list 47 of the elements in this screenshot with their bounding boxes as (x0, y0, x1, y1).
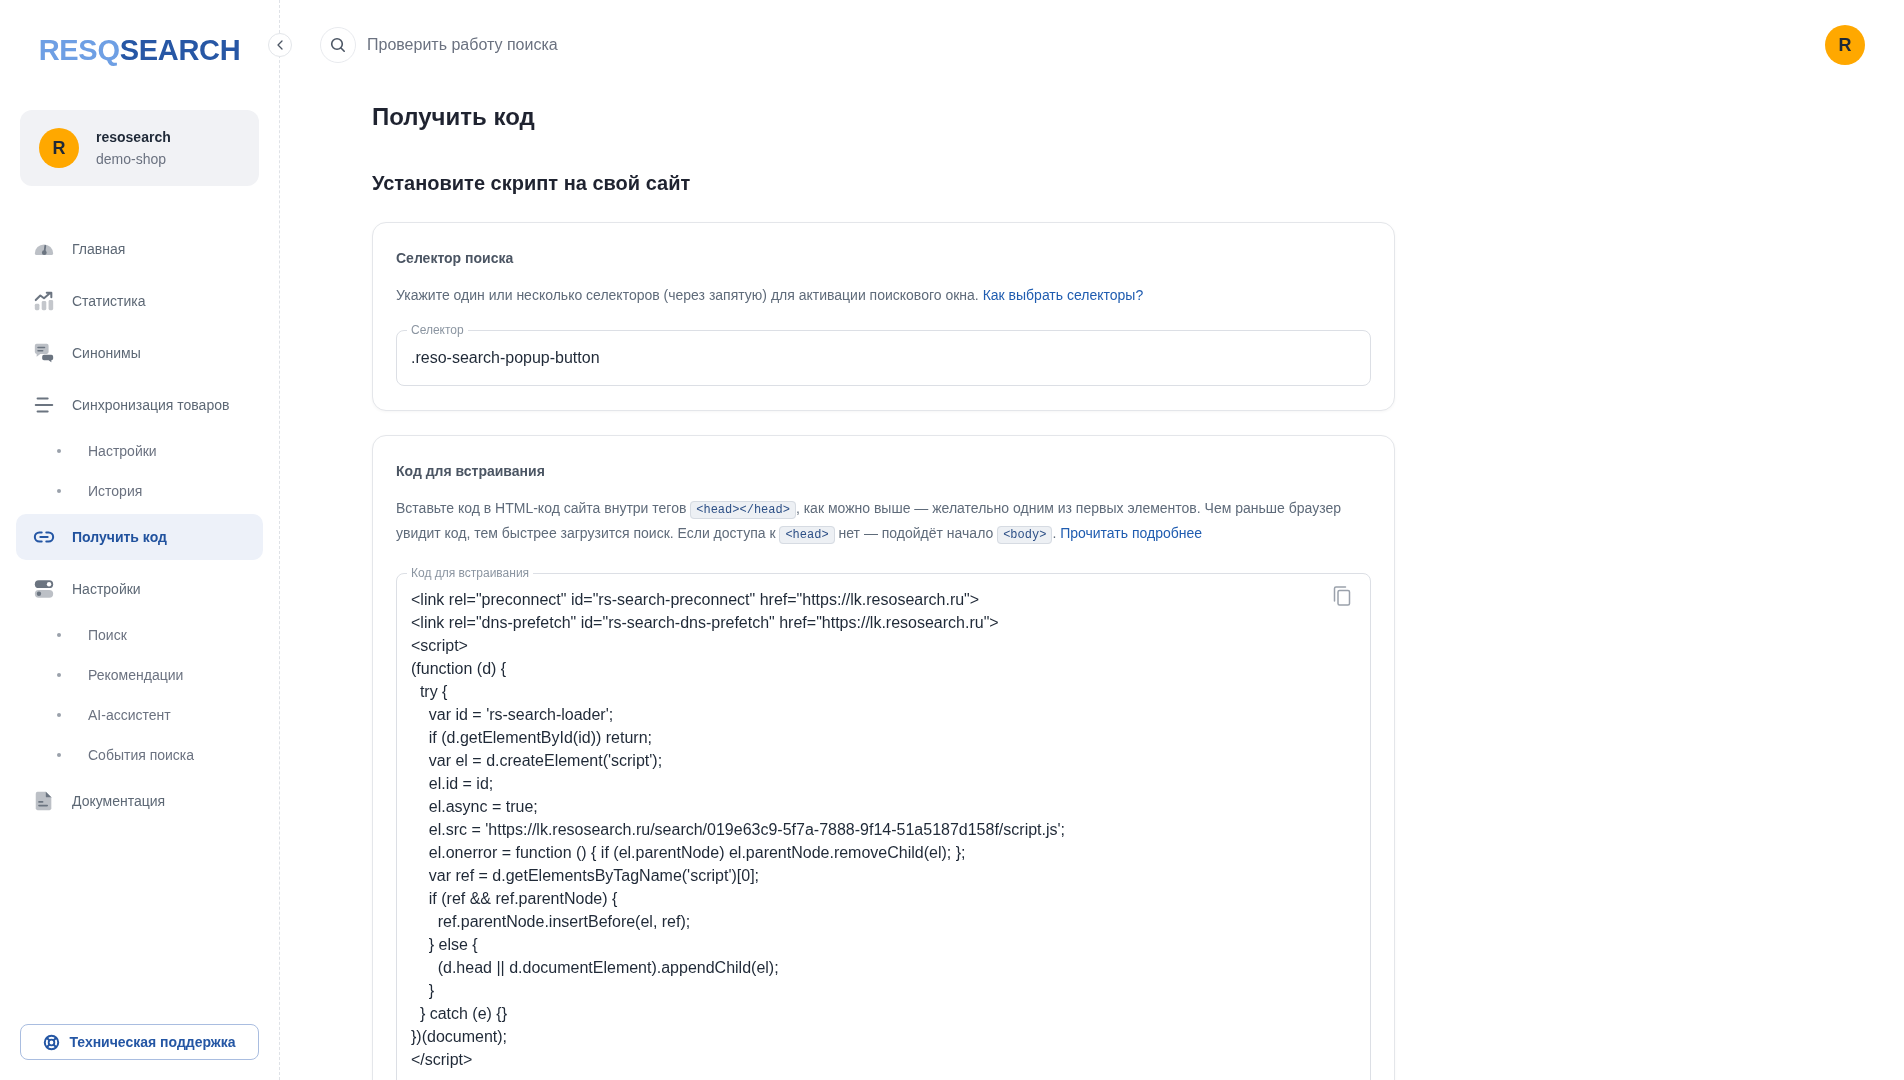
check-search-button[interactable]: Проверить работу поиска (320, 27, 558, 63)
lifebuoy-icon (43, 1033, 61, 1051)
section-title: Установите скрипт на свой сайт (372, 171, 692, 195)
help-link[interactable]: Прочитать подробнее (1060, 525, 1203, 541)
dot-icon (57, 713, 61, 717)
help-link[interactable]: Как выбрать селекторы? (982, 287, 1144, 303)
avatar: R (39, 128, 79, 168)
page-title: Получить код (372, 102, 536, 132)
chat-icon (33, 342, 55, 364)
collapse-button[interactable] (268, 33, 292, 57)
nav-subitem[interactable]: Настройки (16, 431, 263, 471)
dot-icon (57, 753, 61, 757)
nav-item[interactable]: Настройки (16, 566, 263, 612)
nav-subitem[interactable]: События поиска (16, 735, 263, 775)
nav-item[interactable]: Статистика (16, 278, 263, 324)
search-icon (320, 27, 356, 63)
shop-name: demo-shop (96, 150, 168, 169)
code-text: <link rel="preconnect" id="rs-search-preconnect" href="https://lk.resosearch.ru"> <link rel="dns-prefetch" id="rs-search-dns-prefetch" href="https://lk.resosearch.ru"> <script> (function (d) { try { var id = 'rs-search-loader'; if (d.getElementById(id)) return; var el = d.createElement('script'); el.id = id; el.async = true; el.src = 'https://lk.resosearch.ru/search/019e63c9-5f7a-7888-9f14-51a5187d158f/script.js'; el.onerror = function () { if (el.parentNode) el.parentNode.removeChild(el); }; var ref = d.getElementsByTagName('script')[0]; if (ref && ref.parentNode) { ref.parentNode.insertBefore(el, ref); } else { (d.head || d.documentElement).appendChild(el); } } catch (e) {} })(document); </script> (411, 590, 1067, 1070)
nav-subitem[interactable]: Рекомендации (16, 655, 263, 695)
card-title: Селектор поиска (396, 249, 515, 267)
nav-subitem[interactable]: Поиск (16, 615, 263, 655)
card-description: Укажите один или несколько селекторов (через запятую) для активации поискового окна. Как выбрать селекторы? (396, 286, 1145, 305)
dot-icon (57, 633, 61, 637)
field-label: Селектор (407, 323, 468, 337)
copy-button[interactable] (1333, 586, 1351, 606)
chevron-left-icon (277, 40, 283, 50)
avatar-button[interactable]: R (1825, 25, 1865, 65)
toggles-icon (33, 578, 55, 600)
nav-item[interactable]: Главная (16, 226, 263, 272)
nav-item[interactable]: Получить код (16, 514, 263, 560)
field-label: Код для встраивания (407, 566, 534, 580)
card-description: Вставьте код в HTML-код сайта внутри тегов <head></head> , как можно выше — желательно одним из первых элементов. Чем раньше браузер увидит код, тем быстрее загрузится поиск. Если доступа к <head> нет — подойдёт начало <body> . Прочитать подробнее (396, 499, 1342, 546)
nav-item[interactable]: Синхронизация товаров (16, 382, 263, 428)
dot-icon (57, 489, 61, 493)
card-title: Код для встраивания (396, 462, 546, 480)
dot-icon (57, 449, 61, 453)
chart-icon (33, 290, 55, 312)
account-name: resosearch (96, 128, 171, 147)
dot-icon (57, 673, 61, 677)
support-button[interactable]: Техническая поддержка (20, 1024, 259, 1060)
copy-icon (1333, 586, 1351, 606)
nav-subitem[interactable]: История (16, 471, 263, 511)
account-card[interactable]: R resosearch demo-shop (20, 110, 259, 186)
nav-subitem[interactable]: AI-ассистент (16, 695, 263, 735)
logo: RESQSEARCH (37, 33, 242, 67)
nav-item[interactable]: Документация (16, 778, 263, 824)
nav-item[interactable]: Синонимы (16, 330, 263, 376)
